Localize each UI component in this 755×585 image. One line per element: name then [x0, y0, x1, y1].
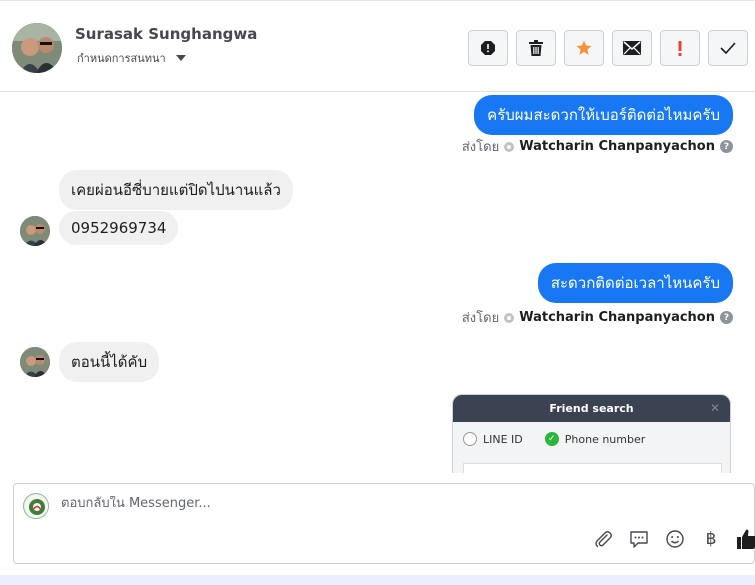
star-button[interactable]: [564, 30, 604, 66]
message-bubble-incoming: 0952969734: [59, 211, 179, 245]
image-attachment[interactable]: Friend search ✕ LINE ID ✓ Phone number: [452, 394, 731, 473]
like-button[interactable]: [736, 528, 755, 550]
alert-icon: [481, 41, 495, 55]
trash-icon: [529, 40, 543, 56]
mark-unread-button[interactable]: [612, 30, 652, 66]
emoji-button[interactable]: [664, 528, 686, 550]
check-icon: [720, 42, 736, 54]
contact-name[interactable]: Surasak Sunghangwa: [75, 25, 257, 43]
reply-composer: ฿: [13, 483, 755, 564]
help-icon[interactable]: ?: [720, 140, 733, 153]
message-thread[interactable]: ครับผมสะดวกให้เบอร์ติดต่อไหมครับ ส่งโดย …: [0, 93, 755, 473]
friend-search-title: Friend search: [549, 402, 634, 415]
thumbs-up-icon: [737, 529, 755, 549]
attach-button[interactable]: [592, 528, 614, 550]
verified-dot-icon: [504, 141, 515, 152]
page-avatar: [23, 493, 49, 519]
contact-avatar-small[interactable]: [20, 216, 50, 246]
payment-button[interactable]: ฿: [700, 528, 722, 550]
radio-unchecked-icon: [463, 432, 477, 446]
mark-done-button[interactable]: [708, 30, 748, 66]
follow-up-button[interactable]: [660, 30, 700, 66]
sent-by-prefix: ส่งโดย: [461, 311, 500, 326]
reply-input[interactable]: [61, 496, 681, 511]
mark-spam-button[interactable]: [468, 30, 508, 66]
smiley-icon: [666, 530, 684, 548]
sent-by-line: ส่งโดย Watcharin Chanpanyachon ?: [462, 136, 733, 157]
exclamation-icon: [678, 41, 682, 56]
saved-replies-button[interactable]: [628, 528, 650, 550]
message-bubble-incoming: เคยผ่อนอีซี่บายแต่ปิดไปนานแล้ว: [59, 170, 293, 210]
conversation-header: Surasak Sunghangwa กำหนดการสนทนา: [0, 0, 755, 92]
message-bubble-incoming: ตอนนี้ได้คับ: [59, 342, 160, 382]
friend-search-options: LINE ID ✓ Phone number: [453, 422, 730, 456]
radio-checked-icon: ✓: [544, 432, 559, 446]
sent-by-prefix: ส่งโดย: [461, 140, 500, 155]
friend-search-input-preview: [463, 463, 722, 473]
caret-down-icon: [175, 55, 186, 61]
sent-by-line: ส่งโดย Watcharin Chanpanyachon ?: [462, 307, 733, 328]
sender-name[interactable]: Watcharin Chanpanyachon: [519, 139, 715, 154]
composer-toolbar: ฿: [592, 528, 755, 550]
contact-avatar-small[interactable]: [20, 347, 50, 377]
sender-name[interactable]: Watcharin Chanpanyachon: [519, 310, 715, 325]
friend-search-title-bar: Friend search ✕: [453, 395, 730, 422]
envelope-icon: [623, 41, 641, 55]
conversation-actions: [468, 30, 748, 66]
conversation-label-text: กำหนดการสนทนา: [77, 52, 166, 65]
baht-icon: ฿: [705, 529, 717, 549]
paperclip-icon: [595, 531, 612, 548]
star-icon: [576, 40, 592, 55]
contact-avatar[interactable]: [12, 23, 62, 73]
message-bubble-outgoing: สะดวกติดต่อเวลาไหนครับ: [537, 263, 733, 303]
message-bubble-outgoing: ครับผมสะดวกให้เบอร์ติดต่อไหมครับ: [474, 95, 733, 135]
delete-button[interactable]: [516, 30, 556, 66]
close-icon: ✕: [709, 401, 720, 415]
option-line-id: LINE ID: [483, 432, 523, 446]
conversation-label-dropdown[interactable]: กำหนดการสนทนา: [77, 49, 186, 67]
footer-strip: [0, 575, 755, 585]
verified-dot-icon: [504, 312, 515, 323]
help-icon[interactable]: ?: [720, 311, 733, 324]
speech-bubble-icon: [630, 531, 648, 548]
option-phone-number: Phone number: [564, 432, 646, 446]
